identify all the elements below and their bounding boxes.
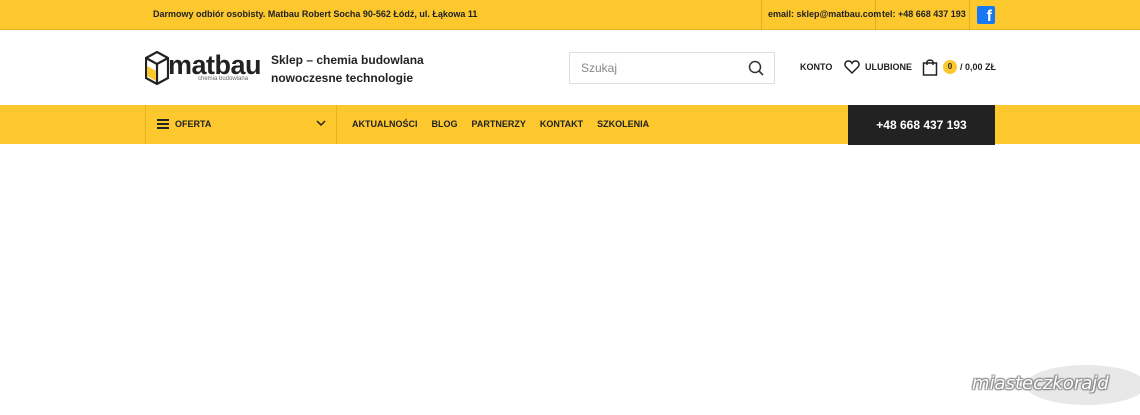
tagline-line: Sklep – chemia budowlana	[271, 53, 424, 67]
cart-count-badge: 0	[943, 60, 957, 74]
search-box	[569, 52, 775, 84]
facebook-icon[interactable]: f	[977, 6, 995, 25]
search-icon[interactable]	[748, 60, 764, 76]
nav-links: AKTUALNOŚCI BLOG PARTNERZY KONTAKT SZKOL…	[352, 119, 649, 129]
divider	[969, 0, 970, 30]
email-link[interactable]: email: sklep@matbau.com	[768, 9, 881, 19]
heart-icon[interactable]	[844, 59, 860, 75]
offer-label: OFERTA	[175, 119, 212, 129]
nav-item-kontakt[interactable]: KONTAKT	[540, 119, 583, 129]
shopping-bag-icon[interactable]	[922, 58, 938, 76]
logo-subtitle: chemia budowlana	[198, 76, 249, 82]
header: matbau chemia budowlana Sklep – chemia b…	[0, 30, 1140, 105]
logo-cube-icon	[145, 51, 169, 85]
offer-menu-toggle[interactable]: OFERTA	[145, 105, 337, 144]
nav-item-szkolenia[interactable]: SZKOLENIA	[597, 119, 649, 129]
nav-item-partnerzy[interactable]: PARTNERZY	[472, 119, 526, 129]
watermark-text: miasteczkorajd	[972, 373, 1109, 394]
tagline: Sklep – chemia budowlana nowoczesne tech…	[271, 51, 424, 87]
phone-button[interactable]: +48 668 437 193	[848, 105, 995, 145]
wishlist-link[interactable]: ULUBIONE	[865, 62, 912, 72]
tagline-line: nowoczesne technologie	[271, 71, 414, 85]
account-link[interactable]: KONTO	[800, 62, 832, 72]
cart-total[interactable]: / 0,00 ZŁ	[960, 62, 996, 72]
divider	[875, 0, 876, 30]
nav-item-blog[interactable]: BLOG	[432, 119, 458, 129]
logo[interactable]: matbau chemia budowlana	[145, 50, 262, 86]
search-input[interactable]	[570, 53, 740, 83]
divider	[761, 0, 762, 30]
top-bar: Darmowy odbiór osobisty. Matbau Robert S…	[0, 0, 1140, 30]
main-nav: OFERTA AKTUALNOŚCI BLOG PARTNERZY KONTAK…	[0, 105, 1140, 145]
phone-link[interactable]: tel: +48 668 437 193	[882, 9, 966, 19]
hamburger-icon	[157, 119, 169, 129]
pickup-info: Darmowy odbiór osobisty. Matbau Robert S…	[153, 9, 478, 19]
chevron-down-icon	[316, 120, 326, 127]
nav-item-aktualnosci[interactable]: AKTUALNOŚCI	[352, 119, 418, 129]
